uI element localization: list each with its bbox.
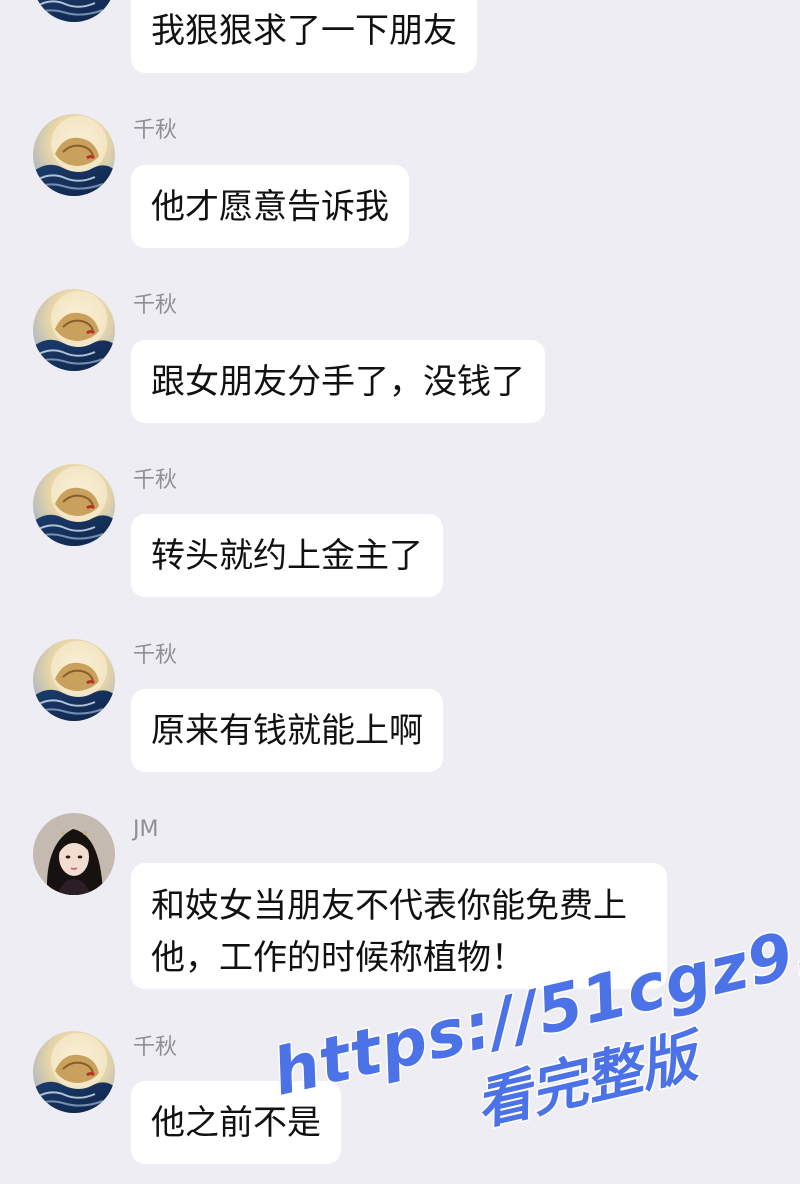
sender-avatar[interactable] [33, 1031, 115, 1113]
sender-name: 千秋 [133, 643, 178, 668]
sender-name: 千秋 [133, 118, 178, 143]
message-bubble[interactable]: 转头就约上金主了 [131, 514, 443, 597]
sender-avatar[interactable] [33, 114, 115, 196]
message-line: 和妓女当朋友不代表你能免费上 [151, 886, 627, 926]
message-bubble[interactable]: 和妓女当朋友不代表你能免费上 他，工作的时候称植物！ [131, 863, 667, 989]
message-bubble[interactable]: 跟女朋友分手了，没钱了 [131, 340, 545, 423]
watermark-subtitle: 看完整版 [468, 1023, 704, 1140]
sender-avatar[interactable] [33, 639, 115, 721]
message-bubble[interactable]: 我狠狠求了一下朋友 [131, 0, 477, 73]
message-bubble[interactable]: 他才愿意告诉我 [131, 165, 409, 248]
message-bubble[interactable]: 他之前不是 [131, 1081, 341, 1164]
sender-name: JM [133, 817, 159, 842]
message-bubble[interactable]: 原来有钱就能上啊 [131, 689, 443, 772]
sender-name: 千秋 [133, 468, 178, 493]
sender-avatar[interactable] [33, 464, 115, 546]
sender-avatar[interactable] [33, 813, 115, 895]
sender-avatar[interactable] [33, 0, 115, 22]
sender-avatar[interactable] [33, 289, 115, 371]
message-line: 他，工作的时候称植物！ [151, 938, 525, 978]
sender-name: 千秋 [133, 293, 178, 318]
sender-name: 千秋 [133, 1035, 178, 1060]
